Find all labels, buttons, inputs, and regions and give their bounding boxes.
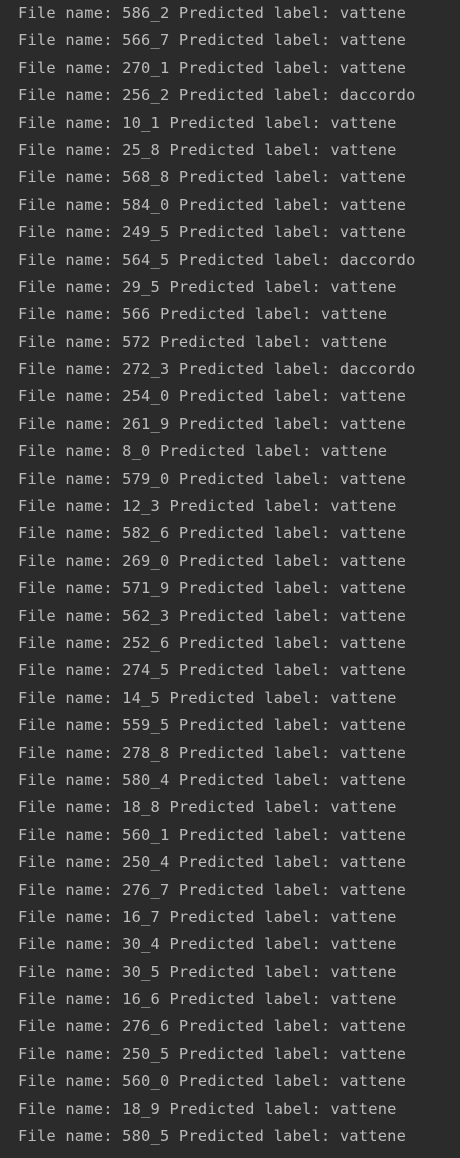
console-line: File name: 30_5 Predicted label: vattene [18, 962, 397, 981]
console-line: File name: 560_1 Predicted label: vatten… [18, 825, 407, 844]
console-line: File name: 25_8 Predicted label: vattene [18, 140, 397, 159]
console-line: File name: 584_0 Predicted label: vatten… [18, 195, 407, 214]
console-line: File name: 252_6 Predicted label: vatten… [18, 633, 407, 652]
console-line: File name: 18_9 Predicted label: vattene [18, 1099, 397, 1118]
console-line: File name: 568_8 Predicted label: vatten… [18, 168, 407, 187]
console-line: File name: 30_4 Predicted label: vattene [18, 935, 397, 954]
console-line: File name: 29_5 Predicted label: vattene [18, 277, 397, 296]
console-line: File name: 579_0 Predicted label: vatten… [18, 469, 407, 488]
console-line: File name: 274_5 Predicted label: vatten… [18, 661, 407, 680]
console-output: File name: 586_2 Predicted label: vatten… [0, 0, 460, 1150]
console-line: File name: 276_6 Predicted label: vatten… [18, 1017, 407, 1036]
console-line: File name: 276_7 Predicted label: vatten… [18, 880, 407, 899]
console-line: File name: 16_6 Predicted label: vattene [18, 990, 397, 1009]
console-line: File name: 580_5 Predicted label: vatten… [18, 1127, 407, 1146]
console-line: File name: 8_0 Predicted label: vattene [18, 442, 388, 461]
console-line: File name: 572 Predicted label: vattene [18, 332, 388, 351]
console-line: File name: 559_5 Predicted label: vatten… [18, 716, 407, 735]
console-line: File name: 272_3 Predicted label: daccor… [18, 360, 416, 379]
console-line: File name: 250_4 Predicted label: vatten… [18, 853, 407, 872]
console-line: File name: 12_3 Predicted label: vattene [18, 497, 397, 516]
console-line: File name: 566 Predicted label: vattene [18, 305, 388, 324]
console-line: File name: 249_5 Predicted label: vatten… [18, 223, 407, 242]
console-line: File name: 566_7 Predicted label: vatten… [18, 31, 407, 50]
console-line: File name: 16_7 Predicted label: vattene [18, 907, 397, 926]
console-line: File name: 582_6 Predicted label: vatten… [18, 524, 407, 543]
console-line: File name: 254_0 Predicted label: vatten… [18, 387, 407, 406]
console-line: File name: 18_8 Predicted label: vattene [18, 798, 397, 817]
console-line: File name: 10_1 Predicted label: vattene [18, 113, 397, 132]
console-line: File name: 562_3 Predicted label: vatten… [18, 606, 407, 625]
console-line: File name: 270_1 Predicted label: vatten… [18, 58, 407, 77]
console-line: File name: 580_4 Predicted label: vatten… [18, 770, 407, 789]
console-line: File name: 564_5 Predicted label: daccor… [18, 250, 416, 269]
console-line: File name: 560_0 Predicted label: vatten… [18, 1072, 407, 1091]
console-line: File name: 261_9 Predicted label: vatten… [18, 414, 407, 433]
console-line: File name: 256_2 Predicted label: daccor… [18, 86, 416, 105]
console-line: File name: 586_2 Predicted label: vatten… [18, 4, 407, 22]
console-line: File name: 14_5 Predicted label: vattene [18, 688, 397, 707]
console-line: File name: 278_8 Predicted label: vatten… [18, 743, 407, 762]
console-line: File name: 269_0 Predicted label: vatten… [18, 551, 407, 570]
console-line: File name: 250_5 Predicted label: vatten… [18, 1044, 407, 1063]
console-line: File name: 571_9 Predicted label: vatten… [18, 579, 407, 598]
